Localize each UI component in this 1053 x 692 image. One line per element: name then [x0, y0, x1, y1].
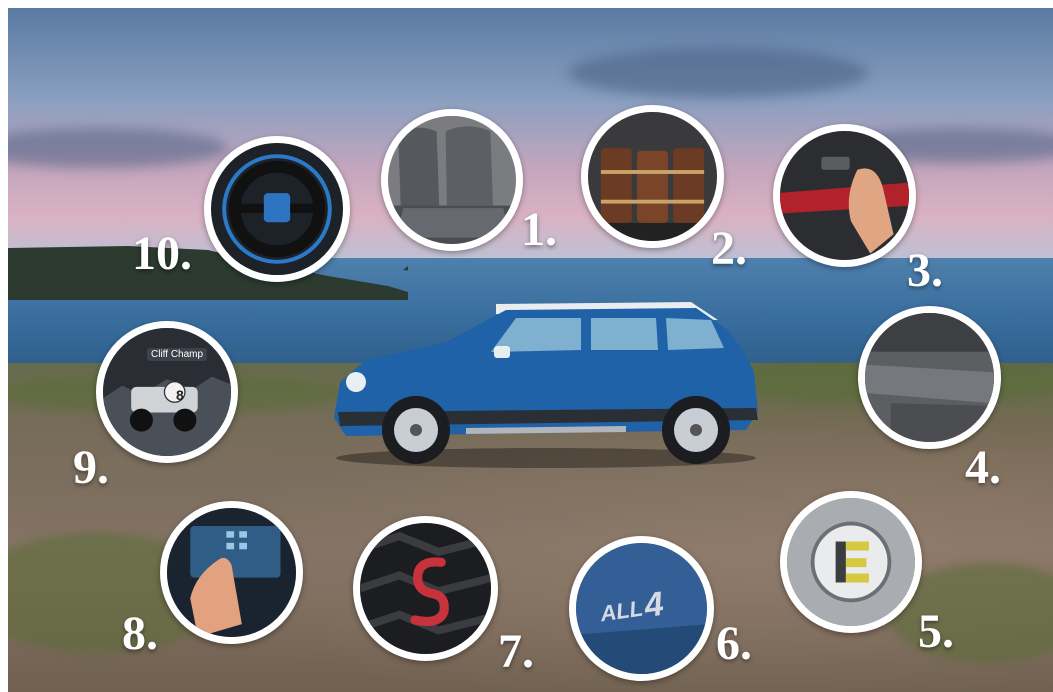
rear-seats-image	[388, 116, 516, 244]
feature-bubble-charging	[780, 491, 922, 633]
feature-bubble-luggage	[581, 105, 724, 248]
label-6: 6.	[716, 617, 752, 670]
feature-bubble-tailgate	[773, 124, 916, 267]
label-8: 8.	[122, 607, 158, 660]
feature-bubble-steering-wheel	[204, 136, 350, 282]
scene: ALL4 Cliff Champ 8 1. 2. 3. 4. 5. 6. 7. …	[0, 0, 1053, 692]
label-9: 9.	[73, 441, 109, 494]
tailgate-image	[780, 131, 909, 260]
touchscreen-image	[167, 508, 296, 637]
steering-wheel-image	[211, 143, 343, 275]
feature-bubble-s-badge	[353, 516, 498, 661]
label-2: 2.	[711, 222, 747, 275]
game-title: Cliff Champ	[147, 348, 208, 361]
luggage-image	[588, 112, 717, 241]
label-5: 5.	[918, 605, 954, 658]
feature-bubble-rear-seats	[381, 109, 523, 251]
label-10: 10.	[132, 227, 192, 280]
all4-word: ALL	[598, 595, 645, 627]
label-4: 4.	[965, 441, 1001, 494]
feature-bubble-touchscreen	[160, 501, 303, 644]
label-1: 1.	[521, 203, 557, 256]
game-number: 8	[176, 387, 184, 403]
feature-bubble-all4: ALL4	[569, 536, 714, 681]
charging-image	[787, 498, 915, 626]
label-3: 3.	[907, 244, 943, 297]
feature-bubble-cargo-floor	[858, 306, 1001, 449]
photo-frame: ALL4 Cliff Champ 8 1. 2. 3. 4. 5. 6. 7. …	[8, 8, 1053, 692]
s-badge-image	[360, 523, 491, 654]
cargo-floor-image	[865, 313, 994, 442]
car	[334, 302, 758, 468]
label-7: 7.	[498, 625, 534, 678]
feature-bubble-game: Cliff Champ 8	[96, 321, 238, 463]
